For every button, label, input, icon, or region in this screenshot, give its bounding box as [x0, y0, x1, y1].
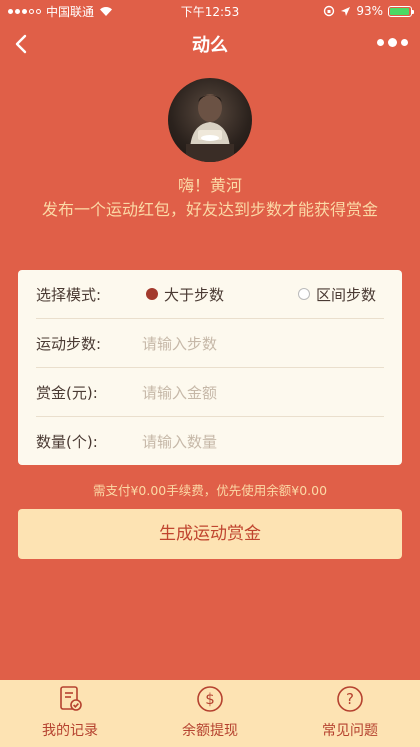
reward-label: 赏金(元): [36, 383, 98, 402]
mode-row: 选择模式: 大于步数 区间步数 [36, 270, 384, 319]
signal-icon [8, 8, 41, 14]
tab-faq[interactable]: ? 常见问题 [280, 680, 420, 747]
rotation-lock-icon [324, 5, 335, 17]
tab-label: 常见问题 [322, 723, 378, 739]
bottom-tab-bar: 我的记录 $ 余额提现 ? 常见问题 [0, 680, 420, 747]
steps-row: 运动步数: 请输入步数 [36, 319, 384, 368]
status-left: 中国联通 [8, 3, 113, 20]
status-right: 93% [323, 4, 414, 18]
question-icon: ? [337, 686, 363, 712]
mode-label: 选择模式: [36, 285, 102, 304]
generate-reward-button[interactable]: 生成运动赏金 [18, 509, 402, 559]
mode-option-label: 区间步数 [316, 285, 377, 304]
greeting-text: 嗨！黄河 [177, 176, 242, 195]
mode-radio-group: 大于步数 区间步数 [146, 284, 376, 305]
svg-text:?: ? [346, 690, 354, 708]
avatar-photo [186, 94, 234, 162]
nav-bar: 动么 [0, 22, 420, 66]
status-time: 下午12:53 [180, 4, 240, 19]
radio-unselected-icon [298, 288, 311, 300]
reward-form: 选择模式: 大于步数 区间步数 运动步数: 请输入步数 赏金(元): 请输入金额… [18, 270, 402, 465]
tab-label: 我的记录 [42, 723, 98, 739]
carrier-label: 中国联通 [46, 4, 95, 19]
mode-option-label: 大于步数 [164, 285, 225, 304]
tab-withdraw[interactable]: $ 余额提现 [140, 680, 280, 747]
svg-text:$: $ [205, 690, 215, 708]
chevron-left-icon[interactable] [10, 32, 34, 56]
count-label: 数量(个): [36, 433, 98, 451]
tab-my-records[interactable]: 我的记录 [0, 680, 140, 747]
count-input[interactable]: 请输入数量 [142, 431, 217, 452]
withdraw-icon: $ [197, 686, 223, 712]
location-icon [341, 6, 351, 16]
tab-label: 余额提现 [182, 723, 238, 739]
record-icon [60, 686, 82, 711]
reward-row: 赏金(元): 请输入金额 [36, 368, 384, 417]
wifi-icon [100, 6, 113, 16]
description-text: 发布一个运动红包，好友达到步数才能获得赏金 [41, 200, 378, 219]
avatar [168, 78, 252, 162]
reward-input[interactable]: 请输入金额 [142, 382, 217, 403]
radio-selected-icon [146, 288, 158, 300]
count-row: 数量(个): 请输入数量 [36, 417, 384, 466]
steps-input[interactable]: 请输入步数 [142, 333, 217, 354]
fee-note: 需支付¥0.00手续费，优先使用余额¥0.00 [92, 483, 328, 498]
mode-option-range[interactable]: 区间步数 [298, 284, 376, 305]
page-title: 动么 [192, 35, 228, 56]
battery-percent: 93% [356, 4, 383, 18]
status-bar: 中国联通 下午12:53 93% [0, 0, 420, 22]
mode-option-greater[interactable]: 大于步数 [146, 284, 224, 305]
steps-label: 运动步数: [36, 334, 102, 353]
more-dots-icon[interactable] [377, 38, 408, 47]
battery-icon [388, 5, 414, 17]
